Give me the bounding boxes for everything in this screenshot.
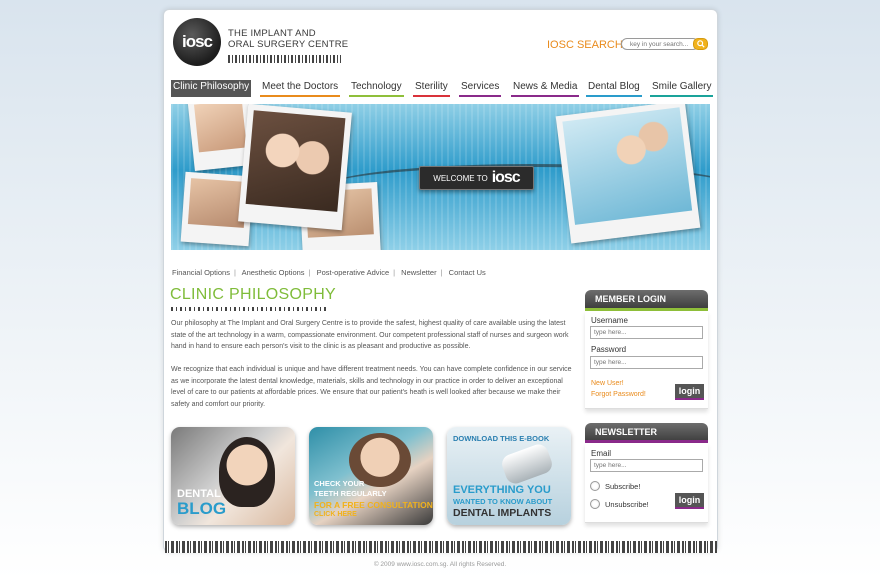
- search-button[interactable]: [693, 38, 708, 50]
- hero-banner: WELCOME TO iosc: [171, 104, 710, 250]
- check-line-3: FOR A FREE CONSULTATION: [314, 500, 433, 510]
- footer-barcode: [165, 541, 717, 553]
- check-line-4: CLICK HERE: [314, 511, 357, 518]
- username-label: Username: [591, 316, 628, 325]
- ebook-line-4: DENTAL IMPLANTS: [453, 507, 552, 519]
- separator: |: [233, 268, 236, 277]
- photo-dentist: [555, 104, 701, 244]
- link-financial-options[interactable]: Financial Options: [172, 268, 230, 277]
- dental-blog-promo[interactable]: DENTAL BLOG: [171, 427, 295, 525]
- implant-illustration: [499, 441, 555, 487]
- separator: |: [440, 268, 443, 277]
- nav-sterility[interactable]: Sterility: [413, 80, 450, 97]
- nav-smile-gallery[interactable]: Smile Gallery: [650, 80, 714, 97]
- copyright-text: © 2009 www.iosc.com.sg. All rights Reser…: [373, 561, 507, 568]
- new-user-link[interactable]: New User!: [591, 380, 624, 387]
- logo-mark[interactable]: iosc: [173, 18, 221, 66]
- subscribe-label: Subscribe!: [605, 481, 641, 491]
- separator: |: [308, 268, 311, 277]
- page-title: CLINIC PHILOSOPHY: [170, 286, 337, 303]
- password-label: Password: [591, 345, 627, 354]
- blog-model-photo: [219, 437, 275, 507]
- link-newsletter[interactable]: Newsletter: [401, 268, 436, 277]
- member-login-header: MEMBER LOGIN: [585, 290, 708, 309]
- separator: |: [393, 268, 396, 277]
- ebook-line-1: DOWNLOAD THIS E-BOOK: [453, 434, 550, 443]
- link-anesthetic-options[interactable]: Anesthetic Options: [242, 268, 305, 277]
- check-line-1: CHECK YOUR: [314, 479, 365, 488]
- consultation-promo[interactable]: CHECK YOUR TEETH REGULARLY FOR A FREE CO…: [309, 427, 433, 525]
- ebook-promo[interactable]: DOWNLOAD THIS E-BOOK EVERYTHING YOU WANT…: [447, 427, 571, 525]
- unsubscribe-radio[interactable]: [590, 499, 600, 509]
- link-post-operative-advice[interactable]: Post-operative Advice: [317, 268, 390, 277]
- title-barcode: [171, 307, 326, 311]
- ebook-line-2: EVERYTHING YOU: [453, 484, 551, 496]
- email-field[interactable]: [590, 459, 703, 472]
- link-contact-us[interactable]: Contact Us: [449, 268, 486, 277]
- nav-meet-the-doctors[interactable]: Meet the Doctors: [260, 80, 341, 97]
- ebook-line-3: WANTED TO KNOW ABOUT: [453, 497, 553, 506]
- username-field[interactable]: [590, 326, 703, 339]
- search-label: IOSC SEARCH: [547, 39, 623, 51]
- blog-label-2: BLOG: [177, 499, 227, 518]
- nav-services[interactable]: Services: [459, 80, 502, 97]
- photo-couple: [238, 104, 352, 231]
- search-input[interactable]: [621, 38, 699, 50]
- logo-line-1: THE IMPLANT AND: [228, 28, 316, 39]
- logo-line-2: ORAL SURGERY CENTRE: [228, 39, 349, 50]
- logo-barcode: [228, 55, 341, 63]
- secondary-links: Financial Options | Anesthetic Options | P…: [172, 268, 486, 277]
- welcome-brand: iosc: [491, 169, 521, 186]
- unsubscribe-option[interactable]: Unsubscribe!: [590, 499, 649, 509]
- welcome-badge: WELCOME TO iosc: [419, 166, 534, 190]
- newsletter-login-button[interactable]: login: [675, 493, 704, 509]
- member-login-button[interactable]: login: [675, 384, 704, 400]
- philosophy-paragraph-1: Our philosophy at The Implant and Oral S…: [171, 320, 569, 351]
- nav-news-media[interactable]: News & Media: [511, 80, 580, 97]
- password-field[interactable]: [590, 356, 703, 369]
- subscribe-option[interactable]: Subscribe!: [590, 481, 640, 491]
- philosophy-paragraph-2: We recognize that each individual is uni…: [171, 366, 572, 408]
- email-label: Email: [591, 449, 612, 458]
- nav-clinic-philosophy[interactable]: Clinic Philosophy: [171, 80, 252, 97]
- nav-technology[interactable]: Technology: [349, 80, 404, 97]
- subscribe-radio[interactable]: [590, 481, 600, 491]
- unsubscribe-label: Unsubscribe!: [605, 499, 649, 509]
- nav-dental-blog[interactable]: Dental Blog: [586, 80, 642, 97]
- logo-text: THE IMPLANT AND ORAL SURGERY CENTRE: [228, 28, 348, 50]
- check-line-2: TEETH REGULARLY: [314, 489, 387, 498]
- search-icon: [696, 40, 705, 48]
- forgot-password-link[interactable]: Forgot Password!: [591, 391, 646, 398]
- welcome-text: WELCOME TO: [433, 173, 488, 183]
